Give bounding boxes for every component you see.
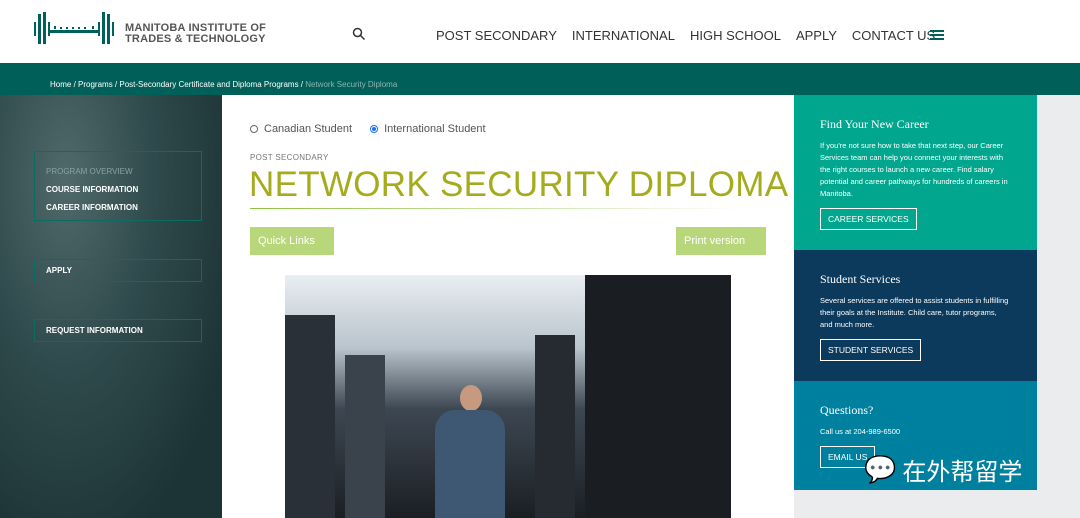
page-title: NETWORK SECURITY DIPLOMA	[249, 165, 789, 204]
printer-icon: 🖶	[684, 263, 695, 275]
breadcrumb-bar: Home / Programs / Post-Secondary Certifi…	[0, 63, 1080, 95]
breadcrumb-home[interactable]: Home	[50, 80, 71, 89]
student-services-panel: Student Services Several services are of…	[794, 250, 1037, 381]
logo-text: MANITOBA INSTITUTE OF TRADES & TECHNOLOGY	[125, 23, 266, 45]
site-header: MANITOBA INSTITUTE OF TRADES & TECHNOLOGY…	[0, 0, 1080, 63]
nav-post-secondary[interactable]: POST SECONDARY	[436, 28, 557, 43]
breadcrumb: Home / Programs / Post-Secondary Certifi…	[50, 80, 398, 89]
sidebar-program-overview[interactable]: PROGRAM OVERVIEW	[35, 167, 201, 176]
hamburger-menu-icon[interactable]	[930, 30, 944, 40]
student-services-text: Several services are offered to assist s…	[820, 296, 1009, 329]
career-panel: Find Your New Career If you're not sure …	[794, 95, 1037, 250]
career-panel-title: Find Your New Career	[820, 117, 929, 131]
print-version-button[interactable]: Print version 🖶	[676, 227, 766, 275]
more-dots-icon: •••	[258, 263, 270, 275]
student-type-radios: Canadian Student International Student	[250, 123, 486, 135]
radio-international-student[interactable]: International Student	[370, 123, 486, 135]
career-panel-text: If you're not sure how to take that next…	[820, 141, 1008, 198]
print-version-label: Print version	[684, 235, 746, 247]
sidebar: PROGRAM OVERVIEW COURSE INFORMATION CARE…	[0, 95, 222, 518]
quick-links-label: Quick Links	[258, 235, 315, 247]
main-nav: POST SECONDARY INTERNATIONAL HIGH SCHOOL…	[436, 28, 935, 43]
title-divider	[250, 208, 742, 209]
sidebar-career-information[interactable]: CAREER INFORMATION	[35, 203, 201, 212]
quick-links-button[interactable]: Quick Links •••	[250, 227, 334, 275]
watermark-text: 在外帮留学	[902, 459, 1023, 486]
program-nav-box: PROGRAM OVERVIEW COURSE INFORMATION CARE…	[34, 151, 202, 221]
questions-title: Questions?	[820, 403, 874, 417]
sidebar-request-information[interactable]: REQUEST INFORMATION	[34, 319, 202, 342]
student-services-title: Student Services	[820, 272, 901, 286]
nav-high-school[interactable]: HIGH SCHOOL	[690, 28, 781, 43]
breadcrumb-post-secondary[interactable]: Post-Secondary Certificate and Diploma P…	[119, 80, 298, 89]
search-icon[interactable]	[352, 27, 366, 41]
watermark: 💬 在外帮留学	[864, 452, 1022, 487]
radio-button-selected[interactable]	[370, 125, 379, 133]
sidebar-request-information-label: REQUEST INFORMATION	[46, 326, 143, 335]
sidebar-apply-label: APPLY	[46, 266, 72, 275]
wechat-icon: 💬	[864, 454, 897, 484]
sidebar-apply[interactable]: APPLY	[34, 259, 202, 282]
radio-canadian-student[interactable]: Canadian Student	[250, 123, 352, 135]
radio-button[interactable]	[250, 125, 258, 133]
student-services-button[interactable]: STUDENT SERVICES	[820, 339, 922, 361]
radio-label: Canadian Student	[264, 123, 353, 135]
radio-label: International Student	[384, 123, 486, 135]
main-content: Canadian Student International Student P…	[222, 95, 794, 518]
nav-contact-us[interactable]: CONTACT US	[852, 28, 935, 43]
career-services-button[interactable]: CAREER SERVICES	[820, 208, 917, 230]
nav-apply[interactable]: APPLY	[796, 28, 837, 43]
logo-line-2: TRADES & TECHNOLOGY	[125, 33, 266, 45]
breadcrumb-current: Network Security Diploma	[305, 80, 398, 89]
sidebar-course-information[interactable]: COURSE INFORMATION	[35, 185, 201, 194]
mitt-logo[interactable]	[34, 12, 114, 44]
questions-phone: Call us at 204-989-6500	[820, 427, 901, 436]
program-category: POST SECONDARY	[250, 153, 329, 162]
nav-international[interactable]: INTERNATIONAL	[572, 28, 675, 43]
breadcrumb-programs[interactable]: Programs	[78, 80, 113, 89]
program-photo-server-room	[285, 275, 731, 518]
